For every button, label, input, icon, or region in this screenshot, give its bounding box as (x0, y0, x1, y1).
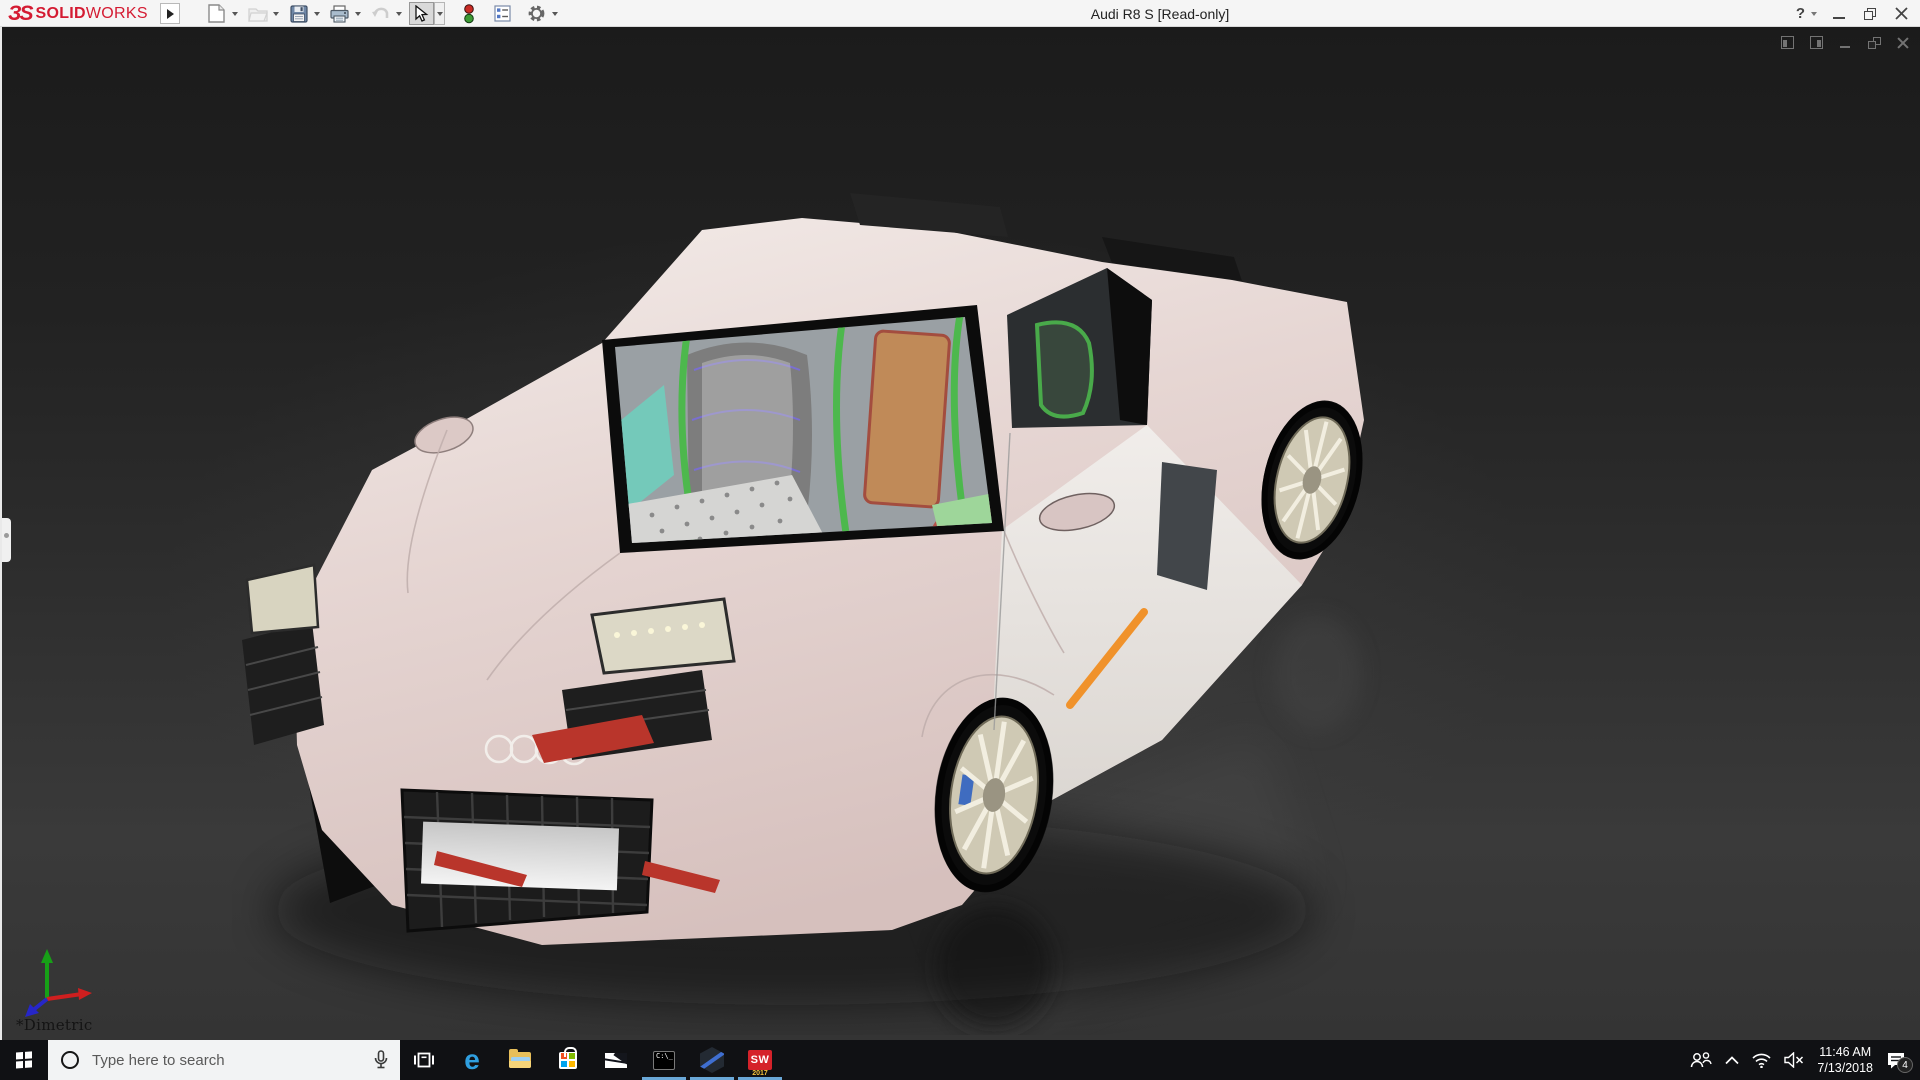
pane-right-icon (1810, 36, 1823, 49)
restore-icon (1864, 8, 1876, 20)
volume-button[interactable] (1784, 1052, 1804, 1068)
taskbar-app-mail[interactable] (592, 1040, 640, 1080)
taskbar-app-store[interactable] (544, 1040, 592, 1080)
open-button[interactable] (245, 2, 270, 25)
notification-badge: 4 (1897, 1057, 1913, 1073)
toolbar-expand-button[interactable] (160, 3, 180, 24)
window-controls: ? (1796, 0, 1912, 27)
new-document-icon (208, 4, 225, 23)
close-button[interactable] (1890, 3, 1912, 25)
taskbar-app-file-explorer[interactable] (496, 1040, 544, 1080)
task-view-button[interactable] (400, 1040, 448, 1080)
panel-tab-handle-icon (4, 533, 9, 538)
display-states-button[interactable] (456, 2, 481, 25)
select-tool-dropdown[interactable] (434, 2, 445, 25)
doc-close-icon (1897, 37, 1909, 49)
microphone-icon[interactable] (374, 1050, 388, 1070)
taskbar-app-hexagon[interactable] (688, 1040, 736, 1080)
edge-icon: e (464, 1046, 480, 1074)
save-floppy-icon (290, 5, 308, 23)
solidworks-app-window: ЗS SOLIDWORKS (0, 0, 1920, 1080)
print-dropdown[interactable] (352, 2, 363, 25)
tray-overflow-button[interactable] (1725, 1056, 1739, 1065)
expand-arrow-icon (167, 9, 174, 19)
minimize-button[interactable] (1828, 3, 1850, 25)
select-tool-button[interactable] (409, 2, 434, 25)
cortana-icon (61, 1051, 79, 1069)
people-button[interactable] (1690, 1051, 1712, 1069)
print-icon (330, 5, 349, 23)
print-button[interactable] (327, 2, 352, 25)
start-button[interactable] (0, 1040, 48, 1080)
solidworks-logo: ЗS SOLIDWORKS (8, 2, 148, 25)
collapsed-panel-tab[interactable] (2, 518, 11, 562)
undo-dropdown[interactable] (393, 2, 404, 25)
open-dropdown[interactable] (270, 2, 281, 25)
volume-muted-icon (1784, 1052, 1804, 1068)
help-dropdown[interactable] (1808, 2, 1819, 25)
gear-icon (527, 4, 546, 23)
graphics-viewport[interactable]: *Dimetric (0, 27, 1920, 1040)
taskbar-app-command-prompt[interactable]: C:\_ (640, 1040, 688, 1080)
minimize-icon (1833, 17, 1845, 19)
microsoft-store-icon (559, 1052, 577, 1069)
options-button[interactable] (524, 2, 549, 25)
doc-restore-icon (1868, 37, 1881, 49)
doc-minimize-button[interactable] (1837, 35, 1853, 50)
traffic-light-icon (464, 4, 474, 24)
undo-icon (371, 6, 390, 22)
orientation-triad (20, 945, 100, 1021)
titlebar: ЗS SOLIDWORKS (0, 0, 1920, 27)
file-explorer-icon (509, 1052, 531, 1068)
people-icon (1690, 1051, 1712, 1069)
save-dropdown[interactable] (311, 2, 322, 25)
window-title: Audi R8 S [Read-only] (1091, 6, 1230, 22)
action-center-button[interactable]: 4 (1886, 1051, 1906, 1069)
close-icon (1895, 7, 1908, 20)
task-view-icon (414, 1051, 434, 1069)
new-document-dropdown[interactable] (229, 2, 240, 25)
system-tray: 11:46 AM 7/13/2018 4 (1690, 1040, 1916, 1080)
solidworks-logo-glyph: ЗS (8, 2, 32, 26)
windows-taskbar: e C:\_ SW 2017 (0, 1040, 1920, 1080)
taskbar-app-edge[interactable]: e (448, 1040, 496, 1080)
search-input[interactable] (92, 1040, 352, 1080)
tray-time: 11:46 AM (1817, 1044, 1873, 1060)
save-button[interactable] (286, 2, 311, 25)
properties-button[interactable] (490, 2, 515, 25)
doc-close-button[interactable] (1895, 35, 1911, 50)
network-button[interactable] (1752, 1053, 1771, 1068)
new-document-button[interactable] (204, 2, 229, 25)
doc-minimize-icon (1840, 46, 1850, 48)
windows-logo-icon (16, 1052, 32, 1069)
wifi-icon (1752, 1053, 1771, 1068)
mail-icon (605, 1053, 627, 1068)
solidworks-2017-icon: SW 2017 (748, 1050, 772, 1070)
select-cursor-icon (414, 5, 429, 23)
taskbar-search[interactable] (48, 1040, 400, 1080)
taskbar-app-solidworks[interactable]: SW 2017 (736, 1040, 784, 1080)
document-window-controls (1779, 35, 1911, 50)
chevron-up-icon (1725, 1056, 1739, 1065)
car-model (232, 175, 1392, 1035)
hexagon-app-icon (700, 1047, 724, 1073)
standard-toolbar (204, 1, 563, 26)
pane-right-button[interactable] (1808, 35, 1824, 50)
doc-restore-button[interactable] (1866, 35, 1882, 50)
view-orientation-label: *Dimetric (16, 1016, 93, 1034)
properties-list-icon (494, 5, 511, 22)
pane-left-icon (1781, 36, 1794, 49)
open-folder-icon (248, 5, 268, 22)
options-dropdown[interactable] (549, 2, 560, 25)
command-prompt-icon: C:\_ (653, 1051, 675, 1070)
undo-button[interactable] (368, 2, 393, 25)
pane-left-button[interactable] (1779, 35, 1795, 50)
clock[interactable]: 11:46 AM 7/13/2018 (1817, 1044, 1873, 1077)
tray-date: 7/13/2018 (1817, 1060, 1873, 1076)
help-button[interactable]: ? (1796, 5, 1805, 22)
restore-button[interactable] (1859, 3, 1881, 25)
